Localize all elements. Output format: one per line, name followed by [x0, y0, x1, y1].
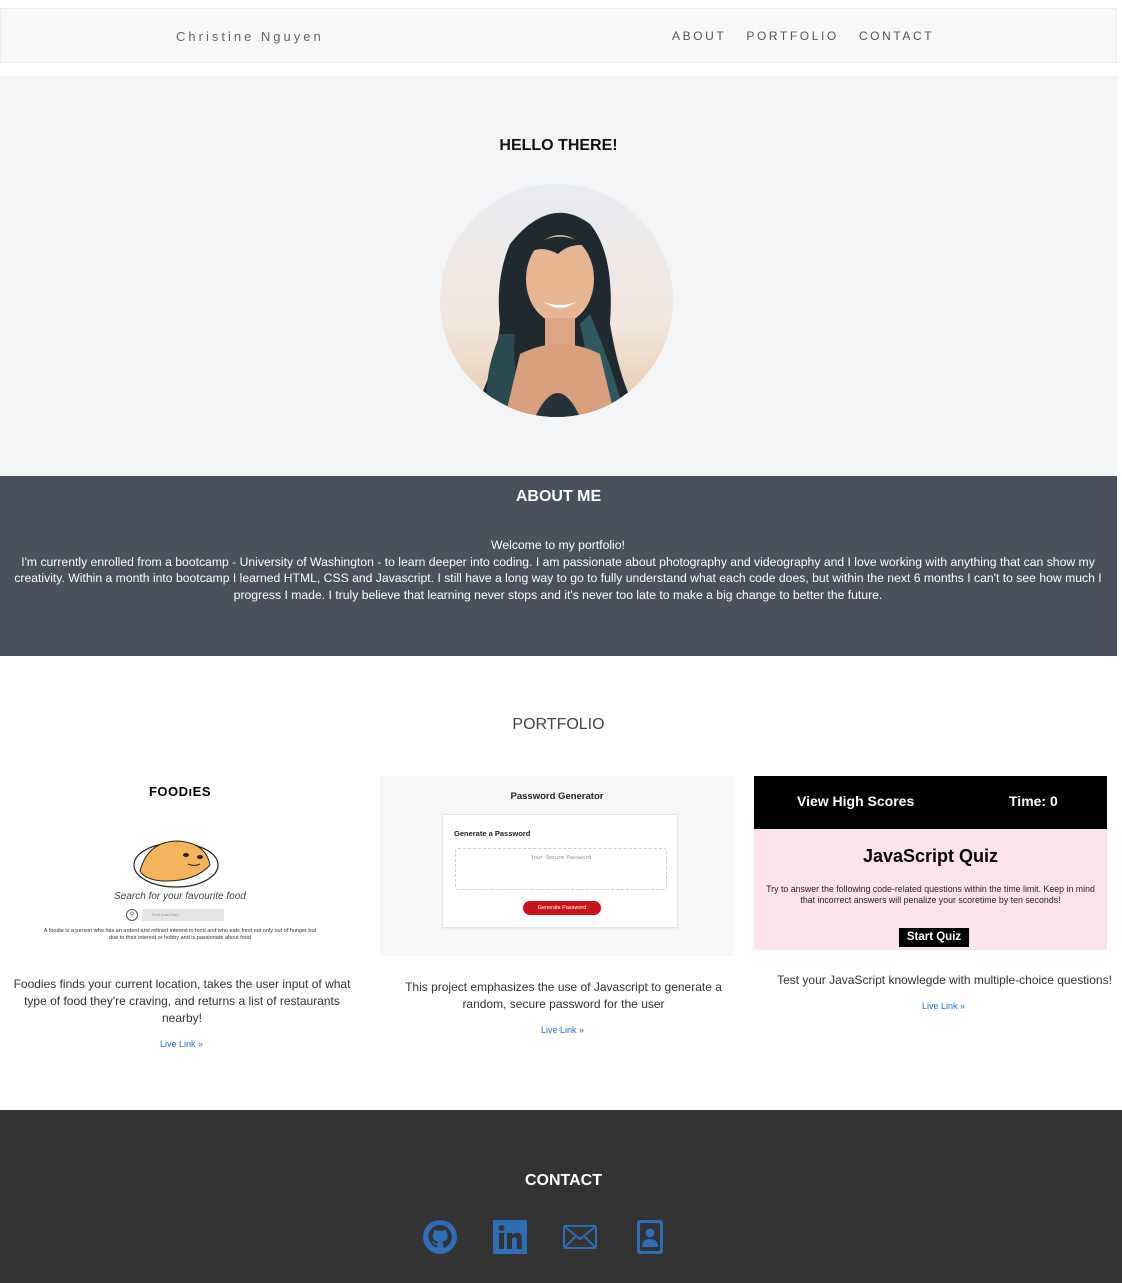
- about-welcome: Welcome to my portfolio!: [491, 538, 625, 552]
- about-section: ABOUT ME Welcome to my portfolio! I'm cu…: [0, 476, 1117, 656]
- email-icon[interactable]: [562, 1218, 598, 1256]
- project-thumbnail-password[interactable]: Password Generator Generate a Password Y…: [380, 776, 734, 956]
- live-link[interactable]: Live Link »: [922, 1001, 965, 1011]
- project-thumbnail-foodies[interactable]: FOODıES Search for your favourite food ⚲…: [40, 776, 320, 956]
- quiz-text: Try to answer the following code-related…: [766, 884, 1095, 905]
- nav-link-about[interactable]: ABOUT: [672, 29, 726, 43]
- quiz-high-scores: View High Scores: [797, 793, 915, 809]
- project-description: Test your JavaScript knowlegde with mult…: [777, 973, 1112, 987]
- pg-generate-button: Generate Password: [523, 901, 601, 915]
- portfolio-title: PORTFOLIO: [512, 716, 605, 733]
- pg-title: Password Generator: [510, 791, 604, 802]
- nav-link-contact[interactable]: CONTACT: [859, 29, 934, 43]
- hero-title: HELLO THERE!: [499, 137, 618, 154]
- pg-card: Generate a Password Your Secure Password…: [442, 814, 678, 928]
- navbar: Christine Nguyen ABOUT PORTFOLIO CONTACT: [0, 8, 1117, 63]
- mascot-illustration: [133, 840, 219, 888]
- quiz-title: JavaScript Quiz: [862, 846, 999, 866]
- foodies-search-input: Food (sushi,Bao): [142, 909, 224, 921]
- live-link[interactable]: Live Link »: [541, 1025, 584, 1035]
- pg-label: Generate a Password: [454, 829, 531, 838]
- foodies-logo: FOODıES: [148, 784, 211, 799]
- nav-link-portfolio[interactable]: PORTFOLIO: [746, 29, 839, 43]
- nav-links: ABOUT PORTFOLIO CONTACT: [672, 29, 954, 43]
- about-body: I'm currently enrolled from a bootcamp -…: [14, 554, 1102, 602]
- foodies-paragraph: A foodie is a person who has an ardent a…: [43, 928, 317, 941]
- about-title: ABOUT ME: [515, 488, 602, 505]
- quiz-start-button: Start Quiz: [899, 928, 969, 947]
- foodies-tagline: Search for your favourite food: [114, 891, 246, 902]
- project-thumbnail-quiz[interactable]: View High Scores Time: 0 JavaScript Quiz…: [754, 776, 1107, 950]
- pg-password-area: Your Secure Password: [455, 848, 667, 890]
- project-description: This project emphasizes the use of Javas…: [405, 980, 722, 1011]
- quiz-timer: Time: 0: [1009, 793, 1058, 809]
- quiz-header: View High Scores Time: 0: [754, 776, 1107, 829]
- about-text: Welcome to my portfolio! I'm currently e…: [8, 537, 1108, 603]
- live-link[interactable]: Live Link »: [160, 1039, 203, 1049]
- profile-photo: [440, 184, 673, 417]
- brand-name[interactable]: Christine Nguyen: [176, 29, 324, 44]
- hero-section: HELLO THERE!: [0, 76, 1117, 476]
- search-icon: ⚲: [126, 909, 138, 921]
- github-icon[interactable]: [422, 1218, 458, 1256]
- project-description: Foodies finds your current location, tak…: [13, 977, 351, 1025]
- contact-title: CONTACT: [524, 1172, 603, 1189]
- contact-icons: [422, 1218, 702, 1256]
- contact-card-icon[interactable]: [632, 1218, 668, 1256]
- avatar: [440, 184, 673, 417]
- contact-footer: CONTACT: [0, 1110, 1122, 1283]
- linkedin-icon[interactable]: [492, 1218, 528, 1256]
